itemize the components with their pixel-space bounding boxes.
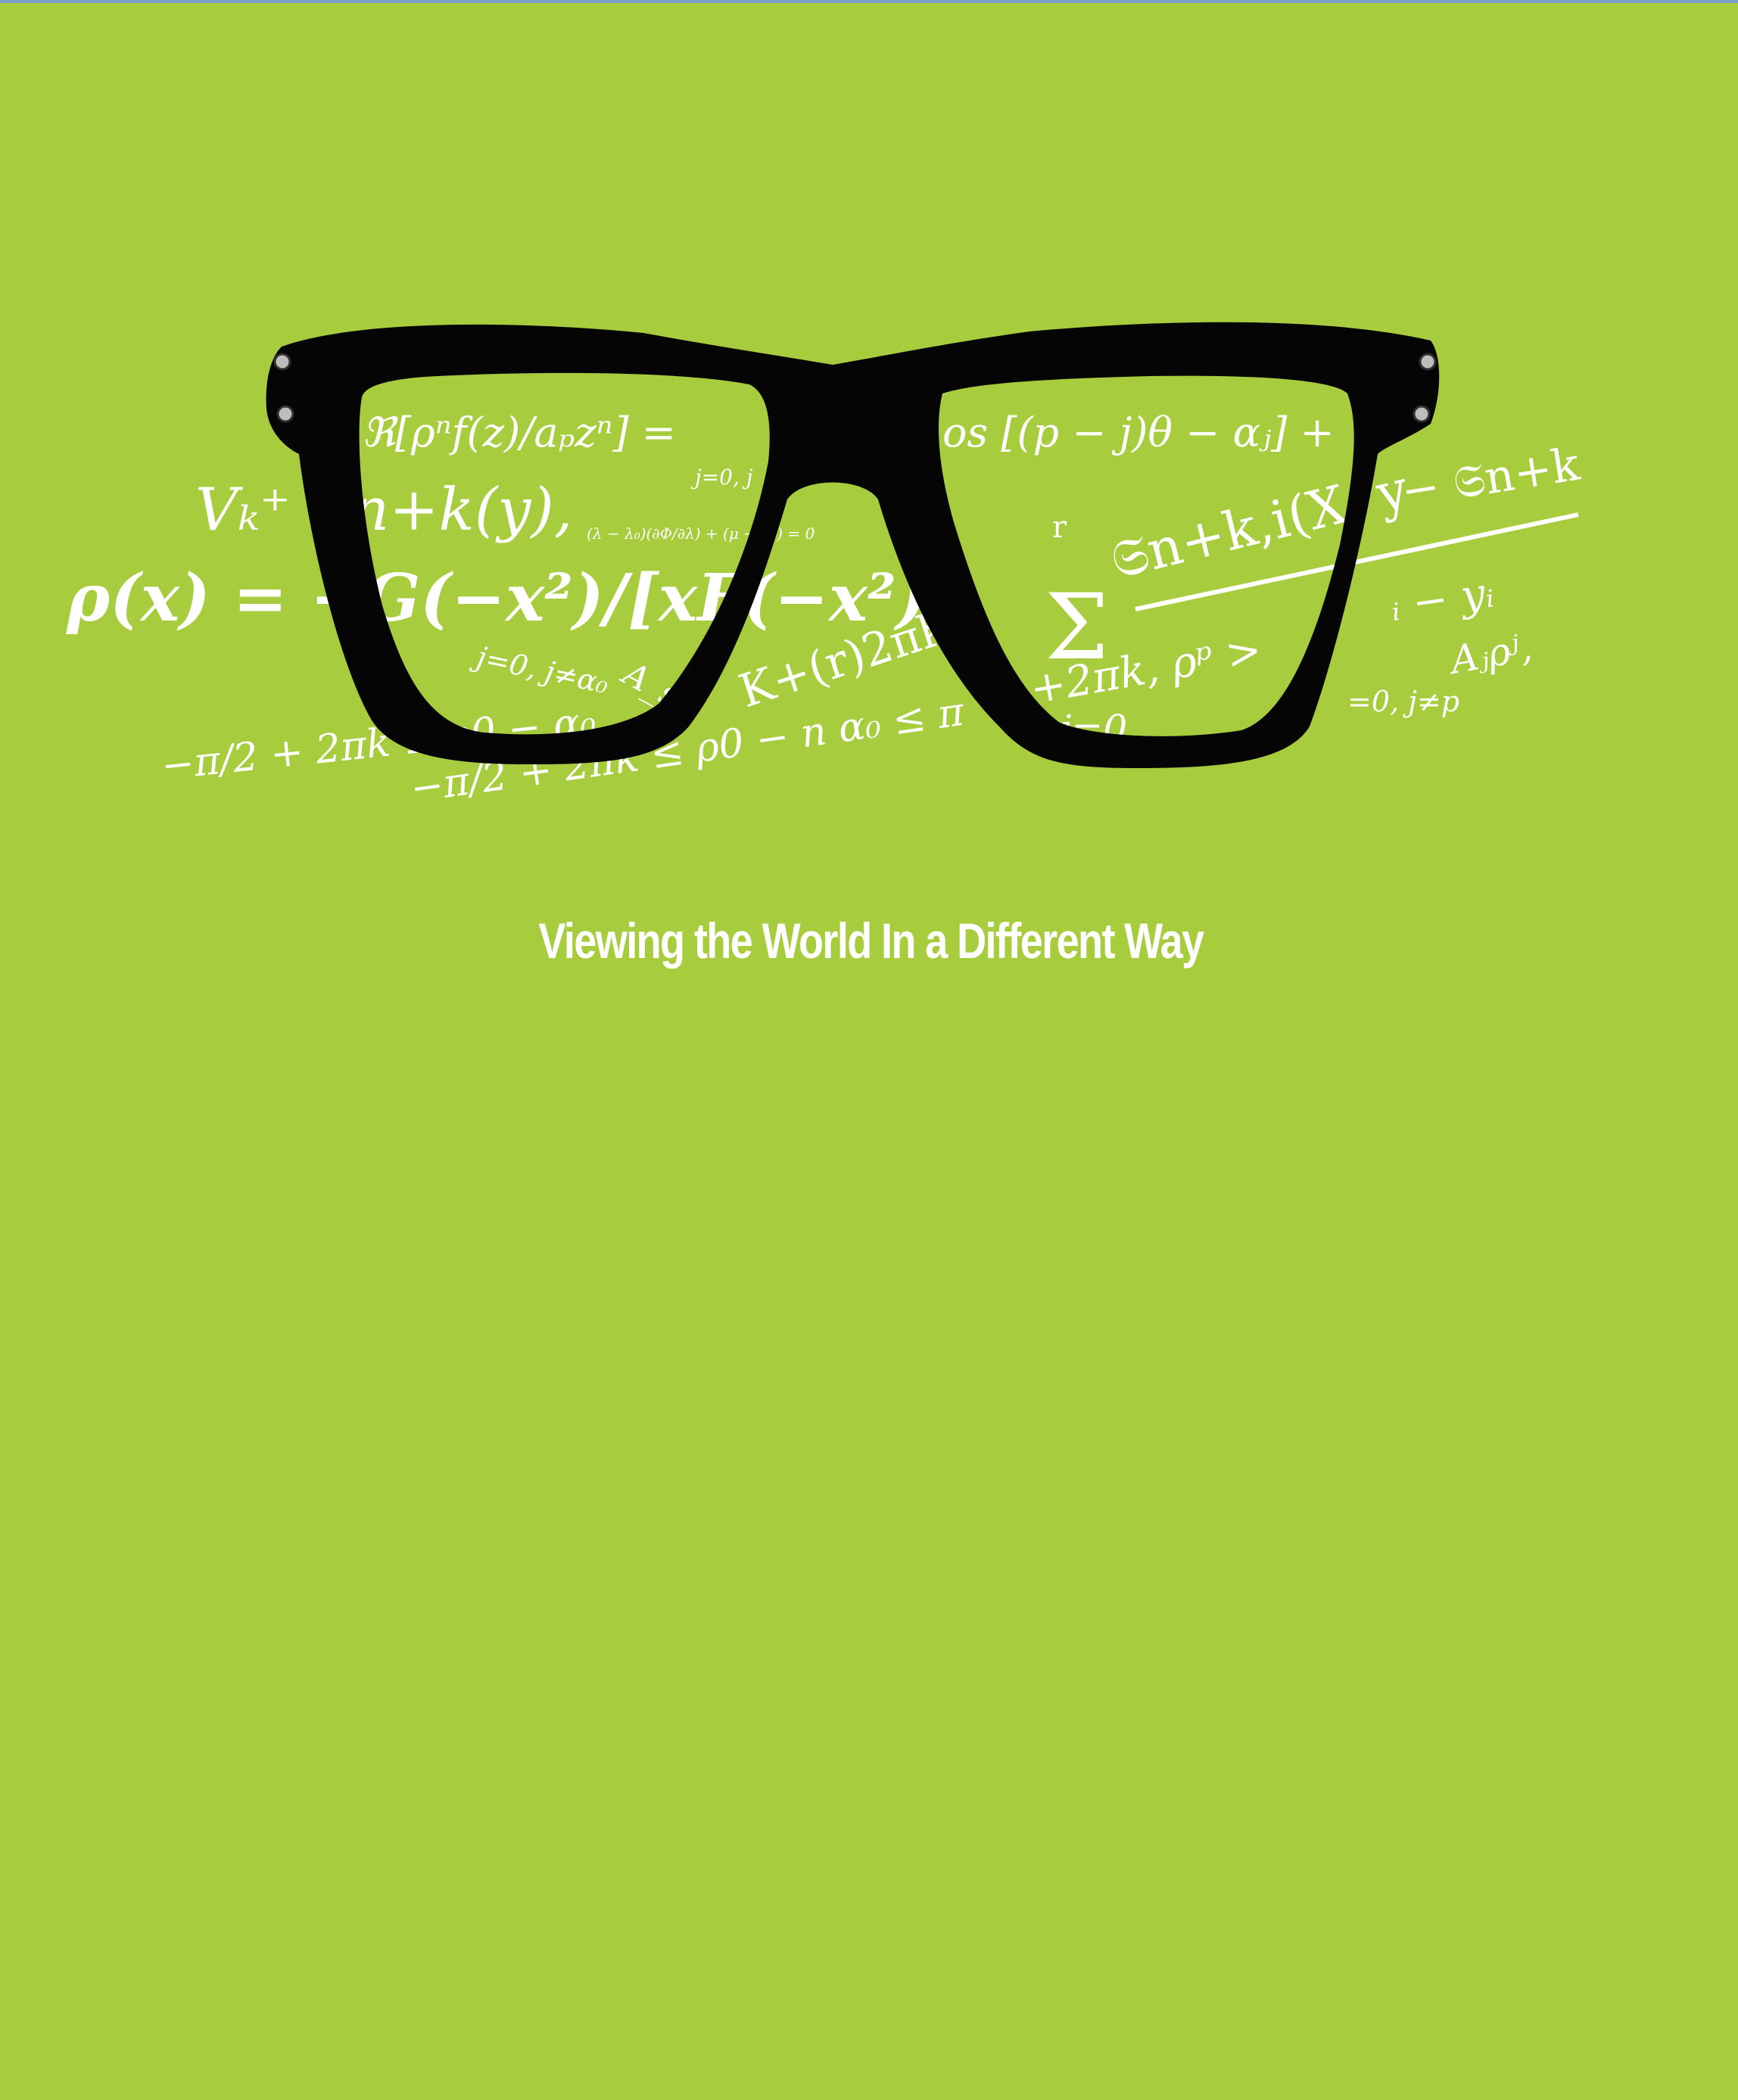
rivet-right-top — [1419, 353, 1437, 371]
formula-3: os [(p − j)θ − αⱼ] + — [942, 409, 1335, 456]
formula-1: ℜ[ρⁿf(z)/aₚzⁿ] = — [362, 409, 676, 456]
glasses-illustration-svg: ℜ[ρⁿf(z)/aₚzⁿ] = j=0, j os [(p − j)θ − α… — [66, 322, 1584, 812]
formula-6: (λ − λ₀)(∂Φ/∂λ) + (μ − μ₀) = 0 — [587, 524, 815, 543]
formula-2: j=0, j — [690, 465, 753, 490]
formula-12: j=0, j≠α₀ — [469, 639, 612, 700]
formula-17: =0, j≠p — [1347, 685, 1459, 718]
rivet-right-bottom — [1413, 405, 1431, 423]
glasses-illustration: ℜ[ρⁿf(z)/aₚzⁿ] = j=0, j os [(p − j)θ − α… — [0, 0, 1738, 908]
formula-4: − 𝔖n+k — [1397, 438, 1583, 518]
tagline: Viewing the World In a Different Way — [538, 913, 1204, 969]
formula-10: r — [1052, 510, 1067, 545]
formula-8: ρ(x) = −G(−x²)/[xF(−x²)]. — [66, 560, 980, 636]
formula-11: ᵢ − yᵢ — [1388, 568, 1497, 630]
rivet-left-top — [273, 353, 291, 371]
formula-16: Aⱼρʲ, — [1444, 625, 1535, 683]
formula-5: Vₖ⁺ ( n+k(y), — [195, 476, 573, 544]
rivet-left-bottom — [276, 405, 294, 423]
